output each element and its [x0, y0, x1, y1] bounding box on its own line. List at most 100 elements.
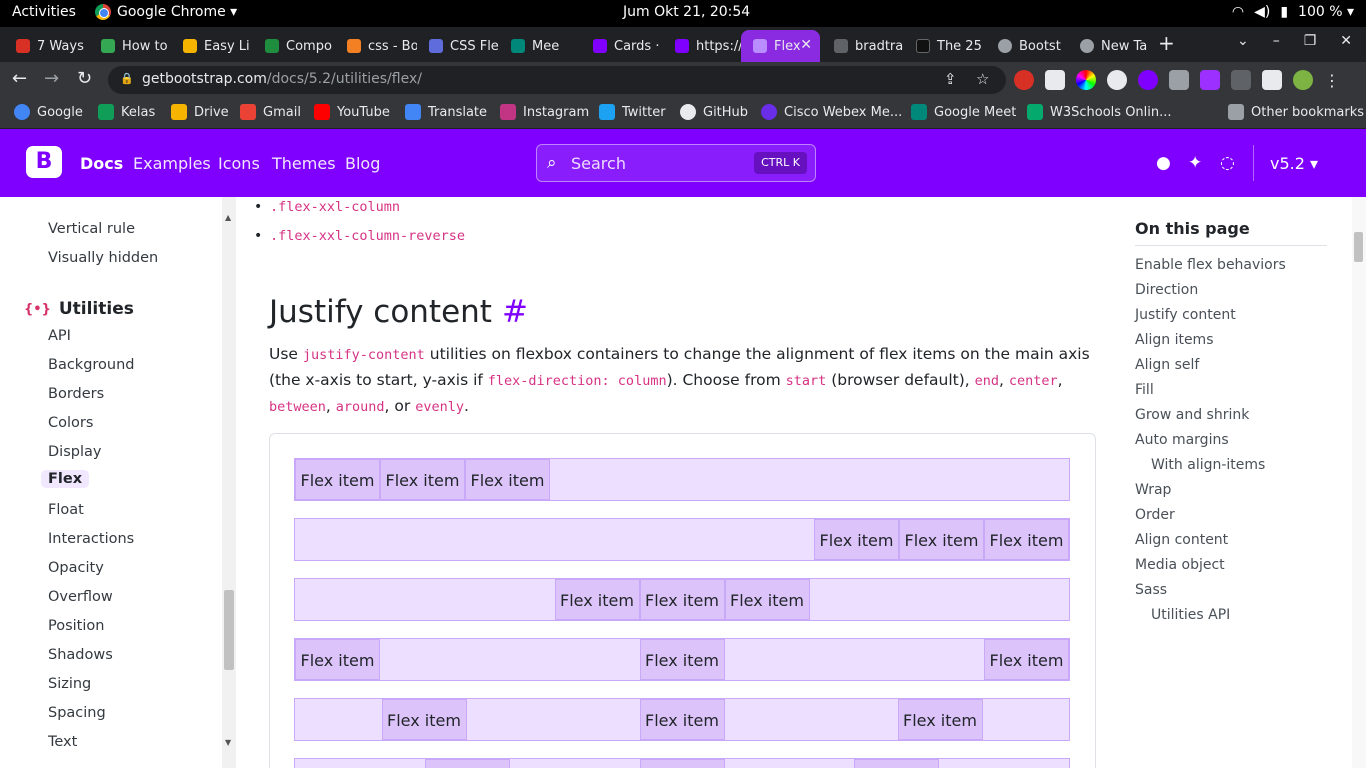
tab-search-icon[interactable]: ⌄	[1237, 33, 1249, 49]
close-window-icon[interactable]: ✕	[1340, 33, 1352, 49]
sidebar-item-interactions[interactable]: Interactions	[48, 531, 134, 547]
extension-icon[interactable]	[1138, 70, 1158, 90]
sidebar-item-background[interactable]: Background	[48, 357, 135, 373]
bookmark-item[interactable]: Instagram	[500, 104, 589, 120]
bookmark-item[interactable]: Drive	[171, 104, 229, 120]
sidebar-item-vertical-rule[interactable]: Vertical rule	[48, 221, 135, 237]
sidebar-item-shadows[interactable]: Shadows	[48, 647, 113, 663]
sidebar-item-overflow[interactable]: Overflow	[48, 589, 113, 605]
bookmark-item[interactable]: Google Meet	[911, 104, 1016, 120]
heading-anchor-link[interactable]: #	[502, 294, 528, 330]
menu-kebab-icon[interactable]: ⋮	[1324, 71, 1340, 90]
sidebar-item-colors[interactable]: Colors	[48, 415, 93, 431]
bookmark-item[interactable]: YouTube	[314, 104, 390, 120]
search-input[interactable]: ⌕ Search CTRL K	[536, 144, 816, 182]
sidebar-scrollbar[interactable]: ▲ ▼	[222, 197, 236, 768]
activities-button[interactable]: Activities	[12, 4, 76, 20]
nav-link-docs[interactable]: Docs	[80, 154, 123, 173]
sidebar-item-opacity[interactable]: Opacity	[48, 560, 104, 576]
vue-devtools-icon[interactable]	[1169, 70, 1189, 90]
toc-link[interactable]: Media object	[1135, 557, 1225, 573]
sidebar-item-text[interactable]: Text	[48, 734, 77, 750]
browser-tab[interactable]: css - Bo	[335, 30, 417, 62]
puzzle-icon[interactable]	[1231, 70, 1251, 90]
bookmark-item[interactable]: Cisco Webex Me...	[761, 104, 902, 120]
extension-icon[interactable]	[1045, 70, 1065, 90]
system-tray[interactable]: ◠ ◀) ▮ 100 % ▾	[1232, 4, 1354, 20]
browser-tab[interactable]: Easy Li	[171, 30, 253, 62]
sidebar-item-borders[interactable]: Borders	[48, 386, 104, 402]
toc-link[interactable]: Wrap	[1135, 482, 1171, 498]
back-icon[interactable]: ←	[12, 68, 27, 89]
reload-icon[interactable]: ↻	[77, 68, 92, 89]
browser-tab[interactable]: Cards ·	[581, 30, 663, 62]
toc-link[interactable]: Align content	[1135, 532, 1228, 548]
new-tab-icon[interactable]: +	[1158, 31, 1175, 55]
bookmark-item[interactable]: GitHub	[680, 104, 748, 120]
extension-icon[interactable]	[1200, 70, 1220, 90]
other-bookmarks[interactable]: Other bookmarks	[1228, 104, 1364, 120]
version-dropdown[interactable]: v5.2 ▾	[1270, 154, 1318, 173]
toc-link[interactable]: Enable flex behaviors	[1135, 257, 1286, 273]
scrollbar-thumb[interactable]	[1354, 232, 1363, 262]
toc-sublink[interactable]: With align-items	[1151, 457, 1265, 473]
browser-tab[interactable]: The 25	[904, 30, 986, 62]
toc-link[interactable]: Grow and shrink	[1135, 407, 1249, 423]
share-icon[interactable]: ⇪	[944, 70, 957, 88]
toc-link[interactable]: Justify content	[1135, 307, 1236, 323]
browser-tab[interactable]: https://	[663, 30, 741, 62]
avatar[interactable]	[1293, 70, 1313, 90]
scroll-up-icon[interactable]: ▲	[225, 213, 231, 222]
maximize-icon[interactable]: ❐	[1304, 33, 1317, 49]
sidebar-item-visually-hidden[interactable]: Visually hidden	[48, 250, 158, 266]
minimize-icon[interactable]: –	[1273, 33, 1280, 49]
nav-link-themes[interactable]: Themes	[272, 154, 336, 173]
address-bar[interactable]: 🔒 getbootstrap.com/docs/5.2/utilities/fl…	[108, 66, 1006, 94]
nav-link-icons[interactable]: Icons	[218, 154, 260, 173]
toc-link[interactable]: Auto margins	[1135, 432, 1229, 448]
browser-tab[interactable]: CSS Fle	[417, 30, 499, 62]
browser-tab[interactable]: Compo	[253, 30, 335, 62]
bookmark-item[interactable]: Twitter	[599, 104, 666, 120]
bookmark-item[interactable]: Kelas	[98, 104, 155, 120]
sidebar-item-spacing[interactable]: Spacing	[48, 705, 106, 721]
close-tab-icon[interactable]: ✕	[800, 37, 812, 53]
extension-icon[interactable]	[1107, 70, 1127, 90]
clock[interactable]: Jum Okt 21, 20:54	[623, 4, 750, 20]
browser-tab[interactable]: Bootst	[986, 30, 1068, 62]
sidebar-item-float[interactable]: Float	[48, 502, 84, 518]
nav-link-blog[interactable]: Blog	[345, 154, 380, 173]
github-icon[interactable]: ●	[1156, 153, 1171, 173]
scrollbar-thumb[interactable]	[224, 590, 234, 670]
bookmark-item[interactable]: Google	[14, 104, 83, 120]
sidebar-item-position[interactable]: Position	[48, 618, 104, 634]
toc-sublink[interactable]: Utilities API	[1151, 607, 1230, 623]
browser-tab[interactable]: How to	[89, 30, 171, 62]
browser-tab[interactable]: 7 Ways	[4, 30, 89, 62]
nav-link-examples[interactable]: Examples	[133, 154, 211, 173]
toc-link[interactable]: Fill	[1135, 382, 1154, 398]
sidebar-item-display[interactable]: Display	[48, 444, 101, 460]
scroll-down-icon[interactable]: ▼	[225, 738, 231, 747]
forward-icon[interactable]: →	[44, 68, 59, 89]
sidebar-item-flex[interactable]: Flex	[41, 470, 90, 488]
toc-link[interactable]: Order	[1135, 507, 1175, 523]
sidebar-item-api[interactable]: API	[48, 328, 71, 344]
browser-tab-active[interactable]: Flex ✕	[741, 30, 820, 62]
adblock-icon[interactable]	[1014, 70, 1034, 90]
sidebar-item-sizing[interactable]: Sizing	[48, 676, 91, 692]
bookmark-item[interactable]: Gmail	[240, 104, 301, 120]
browser-tab[interactable]: Mee	[499, 30, 581, 62]
toc-link[interactable]: Sass	[1135, 582, 1167, 598]
bookmark-item[interactable]: W3Schools Onlin...	[1027, 104, 1172, 120]
twitter-icon[interactable]: ✦	[1188, 153, 1202, 173]
toc-link[interactable]: Align self	[1135, 357, 1199, 373]
toc-link[interactable]: Direction	[1135, 282, 1198, 298]
color-picker-icon[interactable]	[1076, 70, 1096, 90]
browser-tab[interactable]: New Ta	[1068, 30, 1150, 62]
bookmark-star-icon[interactable]: ☆	[976, 70, 989, 88]
opencollective-icon[interactable]: ◌	[1220, 153, 1235, 173]
bootstrap-logo[interactable]: B	[26, 146, 62, 178]
app-menu[interactable]: Google Chrome ▾	[95, 4, 237, 20]
page-scrollbar[interactable]	[1352, 197, 1366, 768]
